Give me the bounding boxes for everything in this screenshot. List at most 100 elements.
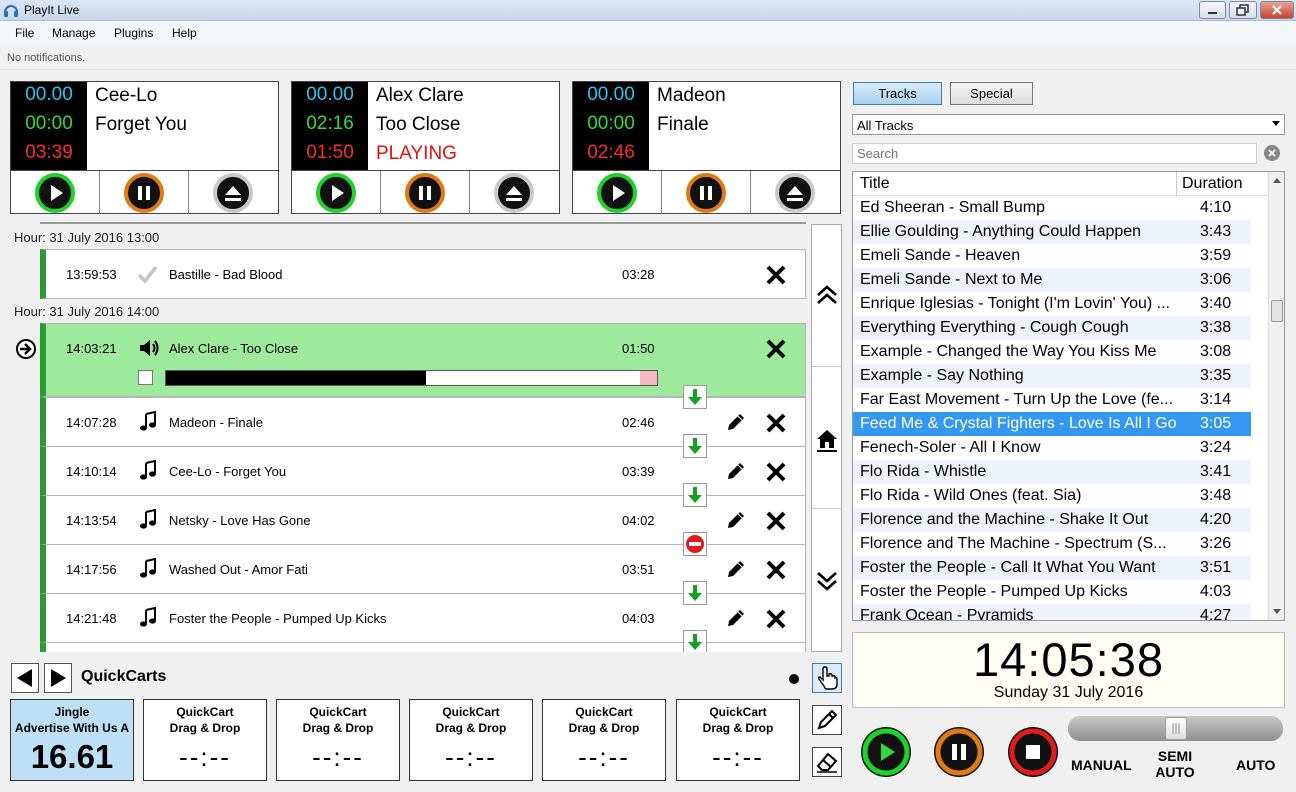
track-row[interactable]: Example - Changed the Way You Kiss Me 3:0… xyxy=(853,340,1251,364)
player-eject-button[interactable] xyxy=(189,171,278,214)
track-row[interactable]: Florence and the Machine - Shake It Out 4… xyxy=(853,508,1251,532)
track-row[interactable]: Enrique Iglesias - Tonight (I'm Lovin' Y… xyxy=(853,292,1251,316)
quickcart-next-button[interactable] xyxy=(44,663,72,693)
track-row[interactable]: Fenech-Soler - All I Know 3:24 xyxy=(853,436,1251,460)
transition-continue-button[interactable] xyxy=(683,581,707,605)
track-row[interactable]: Foster the People - Call It What You Wan… xyxy=(853,556,1251,580)
scroll-up-arrow-icon[interactable] xyxy=(1273,178,1281,183)
track-row[interactable]: Feed Me & Crystal Fighters - Love Is All… xyxy=(853,412,1251,436)
track-title: Foster the People - Call It What You Wan… xyxy=(860,559,1156,576)
player-pause-button[interactable] xyxy=(662,171,751,214)
track-row[interactable]: Frank Ocean - Pyramids 4:27 xyxy=(853,604,1251,620)
delete-icon[interactable] xyxy=(764,558,788,582)
player-play-button[interactable] xyxy=(292,171,381,214)
player-play-button[interactable] xyxy=(573,171,662,214)
minimize-button[interactable] xyxy=(1199,1,1226,19)
mode-auto-label[interactable]: AUTO xyxy=(1236,757,1275,773)
scroll-down-button[interactable] xyxy=(812,509,841,651)
track-row[interactable]: Flo Rida - Whistle 3:41 xyxy=(853,460,1251,484)
menu-manage[interactable]: Manage xyxy=(52,26,95,40)
click-mode-button[interactable] xyxy=(812,663,842,693)
erase-mode-button[interactable] xyxy=(812,747,842,777)
track-row[interactable]: Ed Sheeran - Small Bump 4:10 xyxy=(853,196,1251,220)
automation-mode-slider[interactable] xyxy=(1068,716,1283,741)
edit-mode-button[interactable] xyxy=(812,705,842,735)
column-divider[interactable] xyxy=(1176,172,1177,196)
quickcart-slot[interactable]: QuickCart Drag & Drop --:-- xyxy=(143,699,267,781)
track-row[interactable]: Example - Say Nothing 3:35 xyxy=(853,364,1251,388)
track-row[interactable]: Emeli Sande - Next to Me 3:06 xyxy=(853,268,1251,292)
mode-semi-auto-label[interactable]: SEMI AUTO xyxy=(1150,748,1200,780)
quickcart-slot[interactable]: QuickCart Drag & Drop --:-- xyxy=(676,699,800,781)
track-list-scrollbar[interactable] xyxy=(1268,172,1284,620)
track-filter-value: All Tracks xyxy=(857,118,914,133)
track-title: Florence and the Machine - Shake It Out xyxy=(860,511,1149,528)
now-playing-arrow-icon xyxy=(16,339,36,359)
pencil-icon[interactable] xyxy=(725,607,747,629)
pencil-icon[interactable] xyxy=(725,411,747,433)
delete-icon[interactable] xyxy=(764,509,788,533)
scroll-up-button[interactable] xyxy=(812,225,841,367)
quickcart-slot[interactable]: QuickCart Drag & Drop --:-- xyxy=(276,699,400,781)
tab-tracks[interactable]: Tracks xyxy=(853,82,942,105)
player-play-button[interactable] xyxy=(11,171,100,214)
transition-continue-button[interactable] xyxy=(683,483,707,507)
quickcart-slot[interactable]: QuickCart Drag & Drop --:-- xyxy=(409,699,533,781)
clear-search-button[interactable] xyxy=(1264,145,1280,161)
track-filter-select[interactable]: All Tracks xyxy=(852,114,1285,135)
delete-icon[interactable] xyxy=(764,607,788,631)
player-eject-button[interactable] xyxy=(751,171,840,214)
track-row[interactable]: Flo Rida - Wild Ones (feat. Sia) 3:48 xyxy=(853,484,1251,508)
track-row[interactable]: Foster the People - Pumped Up Kicks 4:03 xyxy=(853,580,1251,604)
player-artist: Cee-Lo xyxy=(95,85,158,106)
column-title[interactable]: Title xyxy=(860,175,890,193)
player-1: 00.00 00:00 03:39 Cee-Lo Forget You xyxy=(10,81,279,214)
quickcart-prev-button[interactable] xyxy=(11,663,39,693)
log-item-time: 14:03:21 xyxy=(66,341,117,356)
track-duration: 3:38 xyxy=(1200,319,1232,336)
track-row[interactable]: Ellie Goulding - Anything Could Happen 3:… xyxy=(853,220,1251,244)
menu-plugins[interactable]: Plugins xyxy=(114,26,153,40)
scrollbar-thumb[interactable] xyxy=(1271,300,1283,322)
home-button[interactable] xyxy=(812,367,841,509)
quickcart-line2: Drag & Drop xyxy=(702,721,774,735)
main-stop-button[interactable] xyxy=(1008,727,1058,777)
mode-manual-label[interactable]: MANUAL xyxy=(1071,757,1132,773)
column-duration[interactable]: Duration xyxy=(1182,175,1242,193)
track-row[interactable]: Emeli Sande - Heaven 3:59 xyxy=(853,244,1251,268)
delete-icon[interactable] xyxy=(764,337,788,361)
main-pause-button[interactable] xyxy=(934,727,984,777)
close-window-button[interactable] xyxy=(1260,1,1294,19)
delete-icon[interactable] xyxy=(764,411,788,435)
delete-icon[interactable] xyxy=(764,460,788,484)
player-eject-button[interactable] xyxy=(470,171,559,214)
player-pause-button[interactable] xyxy=(381,171,470,214)
pencil-icon[interactable] xyxy=(725,558,747,580)
track-progress-bar[interactable] xyxy=(165,370,658,386)
pencil-icon[interactable] xyxy=(725,509,747,531)
slider-knob[interactable] xyxy=(1165,717,1187,740)
menu-file[interactable]: File xyxy=(15,26,34,40)
track-row[interactable]: Far East Movement - Turn Up the Love (fe… xyxy=(853,388,1251,412)
player-pause-button[interactable] xyxy=(100,171,189,214)
quickcart-slot[interactable]: Jingle Advertise With Us A 16.61 xyxy=(10,699,134,781)
transition-continue-button[interactable] xyxy=(683,630,707,652)
pencil-icon[interactable] xyxy=(725,460,747,482)
track-progress-fill xyxy=(166,371,426,385)
search-input[interactable] xyxy=(852,143,1257,164)
track-row[interactable]: Florence and The Machine - Spectrum (S..… xyxy=(853,532,1251,556)
restore-button[interactable] xyxy=(1229,1,1257,19)
track-row[interactable]: Everything Everything - Cough Cough 3:38 xyxy=(853,316,1251,340)
transition-stop-button[interactable] xyxy=(683,532,707,556)
log-item[interactable]: 13:59:53 Bastille - Bad Blood 03:28 xyxy=(40,249,806,299)
segue-checkbox[interactable] xyxy=(138,370,153,385)
delete-icon[interactable] xyxy=(764,263,788,287)
quickcart-slot[interactable]: QuickCart Drag & Drop --:-- xyxy=(542,699,666,781)
scroll-down-arrow-icon[interactable] xyxy=(1273,609,1281,614)
main-play-button[interactable] xyxy=(861,727,911,777)
transition-continue-button[interactable] xyxy=(683,434,707,458)
transition-continue-button[interactable] xyxy=(683,385,707,409)
menu-help[interactable]: Help xyxy=(172,26,197,40)
tab-special[interactable]: Special xyxy=(950,82,1033,105)
track-duration: 3:14 xyxy=(1200,391,1232,408)
